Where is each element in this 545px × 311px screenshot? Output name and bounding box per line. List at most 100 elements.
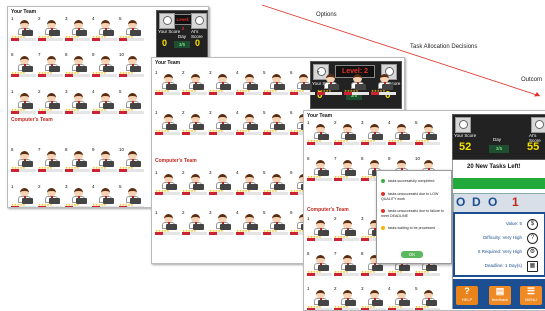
- worker-number: 1: [155, 210, 158, 215]
- worker-card[interactable]: 3 ★★★★★: [65, 184, 91, 207]
- worker-card[interactable]: 1 ★★★★★: [11, 184, 37, 207]
- worker-card[interactable]: 6 ★★★★★: [11, 147, 37, 172]
- worker-card[interactable]: 4★★★★★: [236, 210, 262, 235]
- worker-card[interactable]: 2 ★★★★★: [334, 216, 360, 241]
- worker-card[interactable]: 5★★★★★: [119, 184, 145, 207]
- worker-card[interactable]: 10★★★★★: [119, 52, 145, 77]
- worker-card[interactable]: 2 ★★★★★: [182, 210, 208, 235]
- worker-card[interactable]: 5★★★★★: [263, 210, 289, 235]
- worker-card[interactable]: 1 ★★★★★: [307, 216, 333, 241]
- worker-card[interactable]: 4★★★★★: [92, 16, 118, 41]
- worker-card[interactable]: 6 ★★★★★: [307, 156, 333, 181]
- worker-card[interactable]: 1 ★★★★★: [307, 286, 333, 310]
- worker-number: 2: [334, 120, 337, 125]
- worker-card[interactable]: 1 ★★★★★: [155, 170, 181, 195]
- worker-card[interactable]: 5★★★★★: [263, 170, 289, 195]
- workload-bar: [307, 178, 332, 181]
- worker-card[interactable]: 5★★★★★: [263, 70, 289, 95]
- feedback-button[interactable]: ▤ feedback: [489, 286, 511, 305]
- worker-number: 2: [182, 110, 185, 115]
- help-button[interactable]: ? HELP: [456, 286, 478, 305]
- worker-card[interactable]: 4★★★★★: [388, 286, 414, 310]
- worker-card[interactable]: 3 ★★★★★: [209, 70, 235, 95]
- worker-card[interactable]: 1 ★★★★★: [11, 16, 37, 41]
- worker-card[interactable]: 5★★★★★: [415, 120, 441, 145]
- task-value: Value: 5: [505, 221, 522, 226]
- worker-card[interactable]: 4★★★★★: [388, 120, 414, 145]
- worker-card[interactable]: 9★★★★★: [371, 70, 397, 95]
- worker-card[interactable]: 5★★★★★: [415, 286, 441, 310]
- worker-card[interactable]: 5★★★★★: [119, 16, 145, 41]
- worker-card[interactable]: 4★★★★★: [92, 89, 118, 114]
- task-panel: 20 New Tasks Left! O D O 1 Value: 5 $ Di…: [452, 160, 545, 309]
- worker-card[interactable]: 2 ★★★★★: [182, 110, 208, 135]
- difficulty-icon: ?: [527, 233, 538, 244]
- worker-card[interactable]: 6 ★★★★★: [11, 52, 37, 77]
- worker-card[interactable]: 2 ★★★★★: [38, 16, 64, 41]
- worker-card[interactable]: 3 ★★★★★: [209, 170, 235, 195]
- worker-card[interactable]: 2 ★★★★★: [334, 286, 360, 310]
- worker-card[interactable]: 3 ★★★★★: [209, 210, 235, 235]
- worker-card[interactable]: 3 ★★★★★: [361, 286, 387, 310]
- worker-card[interactable]: 2 ★★★★★: [182, 170, 208, 195]
- your-team-label: Your Team: [155, 60, 181, 66]
- worker-card[interactable]: 3 ★★★★★: [65, 89, 91, 114]
- worker-card[interactable]: 2 ★★★★★: [334, 120, 360, 145]
- outcome-annotation: Outcom: [521, 77, 543, 83]
- task-difficulty: Difficulty: Very High: [483, 235, 522, 240]
- menu-button[interactable]: ☰ MENU: [520, 286, 542, 305]
- workload-bar: [65, 206, 90, 207]
- day-label: Day: [493, 137, 502, 142]
- worker-number: 3: [209, 170, 212, 175]
- worker-card[interactable]: 8★★★★★: [344, 70, 370, 95]
- worker-card[interactable]: 1 ★★★★★: [155, 70, 181, 95]
- red-dot-icon: [381, 209, 385, 214]
- green-dot-icon: [381, 179, 385, 184]
- worker-card[interactable]: 4★★★★★: [236, 110, 262, 135]
- worker-card[interactable]: 1 ★★★★★: [11, 89, 37, 114]
- worker-card[interactable]: 7★★★★★: [38, 52, 64, 77]
- workload-bar: [65, 169, 90, 172]
- worker-card[interactable]: 1 ★★★★★: [155, 210, 181, 235]
- worker-card[interactable]: 9★★★★★: [92, 147, 118, 172]
- worker-card[interactable]: 2 ★★★★★: [38, 89, 64, 114]
- your-team-label: Your Team: [307, 113, 333, 119]
- worker-card[interactable]: 1 ★★★★★: [307, 120, 333, 145]
- workload-bar: [344, 92, 369, 95]
- worker-card[interactable]: 4★★★★★: [236, 170, 262, 195]
- worker-card[interactable]: 7★★★★★: [38, 147, 64, 172]
- worker-number: 8: [361, 251, 364, 256]
- computer-team-label: Computer's Team: [11, 117, 53, 123]
- worker-card[interactable]: 8★★★★★: [65, 147, 91, 172]
- worker-card[interactable]: 10★★★★★: [119, 147, 145, 172]
- worker-card[interactable]: 9★★★★★: [92, 52, 118, 77]
- worker-number: 5: [119, 16, 122, 21]
- workload-bar: [65, 74, 90, 77]
- workload-bar: [388, 142, 413, 145]
- worker-card[interactable]: 5★★★★★: [119, 89, 145, 114]
- worker-card[interactable]: 3 ★★★★★: [361, 120, 387, 145]
- workload-bar: [119, 74, 144, 77]
- worker-card[interactable]: 4★★★★★: [236, 70, 262, 95]
- worker-card[interactable]: 7★★★★★: [334, 251, 360, 276]
- worker-card[interactable]: 3 ★★★★★: [65, 16, 91, 41]
- worker-card[interactable]: 6 ★★★★★: [307, 251, 333, 276]
- ok-button[interactable]: OK: [401, 251, 423, 258]
- workload-bar: [334, 142, 359, 145]
- worker-card[interactable]: 2 ★★★★★: [182, 70, 208, 95]
- worker-card[interactable]: 2 ★★★★★: [38, 184, 64, 207]
- worker-number: 5: [119, 89, 122, 94]
- worker-card[interactable]: 8★★★★★: [65, 52, 91, 77]
- worker-card[interactable]: 3 ★★★★★: [209, 110, 235, 135]
- worker-card[interactable]: 7★★★★★: [317, 70, 343, 95]
- worker-card[interactable]: 4★★★★★: [92, 184, 118, 207]
- worker-card[interactable]: 7★★★★★: [334, 156, 360, 181]
- worker-card[interactable]: 5★★★★★: [263, 110, 289, 135]
- workload-bar: [236, 232, 261, 235]
- worker-card[interactable]: 6 ★★★★★: [290, 70, 316, 95]
- dollar-icon: $: [527, 219, 538, 230]
- worker-number: 2: [182, 70, 185, 75]
- worker-number: 2: [38, 89, 41, 94]
- task-card[interactable]: Value: 5 $ Difficulty: Very High ? rt Re…: [453, 212, 545, 277]
- worker-card[interactable]: 1 ★★★★★: [155, 110, 181, 135]
